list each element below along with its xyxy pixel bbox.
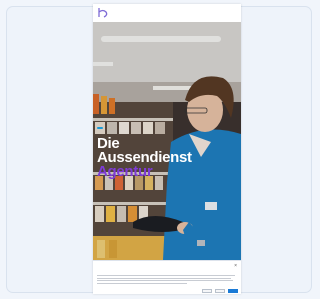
hero-badge — [97, 127, 103, 129]
consent-text — [97, 275, 237, 285]
close-icon[interactable]: × — [234, 263, 237, 269]
hero-section: Die Aussendienst Agentur — [93, 22, 241, 260]
logo-icon — [98, 8, 108, 18]
consent-accept-button[interactable] — [228, 288, 238, 293]
hero-title-line3: Agentur — [97, 163, 153, 180]
site-logo[interactable] — [98, 7, 128, 20]
website-preview[interactable]: Die Aussendienst Agentur × — [93, 4, 241, 294]
cookie-consent-banner: × — [93, 260, 241, 294]
consent-settings-button[interactable] — [202, 288, 212, 293]
consent-buttons — [202, 288, 238, 293]
consent-reject-button[interactable] — [215, 288, 225, 293]
site-header — [93, 4, 241, 23]
hero-title: Die Aussendienst Agentur — [97, 136, 192, 180]
